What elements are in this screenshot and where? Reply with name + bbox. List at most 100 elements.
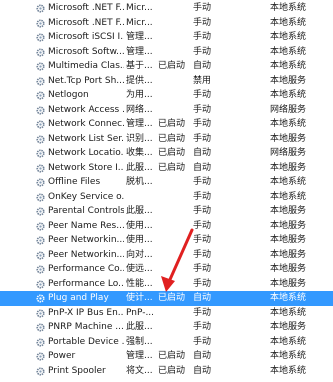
service-row[interactable]: Peer Networkin... 使用... 手动 本地服务 — [0, 233, 333, 248]
service-gear-icon — [36, 366, 45, 376]
service-row[interactable]: Network Locatio... 收集... 已启动 自动 网络服务 — [0, 146, 333, 161]
service-gear-icon — [36, 352, 45, 361]
service-startup-type: 手动 — [193, 104, 212, 115]
services-list: Microsoft .NET F... Micr... 手动 本地系统 Microsof… — [0, 0, 333, 382]
service-description: 为用... — [126, 90, 153, 100]
service-logon-as: 本地服务 — [270, 220, 307, 231]
service-name: Microsoft iSCSI I... — [48, 32, 124, 42]
service-name: Microsoft Softw... — [48, 46, 124, 57]
service-startup-type: 手动 — [193, 235, 212, 245]
service-gear-icon — [36, 250, 45, 260]
service-row[interactable]: Network Access ... 网络... 手动 网络服务 — [0, 103, 333, 118]
service-logon-as: 本地服务 — [270, 249, 307, 260]
service-startup-type: 手动 — [193, 46, 212, 57]
service-description: 向对... — [126, 249, 153, 260]
service-logon-as: 本地服务 — [270, 278, 307, 289]
service-row[interactable]: OnKey Service o... 手动 本地系统 — [0, 190, 333, 205]
service-gear-icon — [36, 33, 45, 42]
service-status: 已启动 — [158, 61, 186, 71]
service-startup-type: 自动 — [193, 351, 212, 361]
service-startup-type: 手动 — [193, 278, 212, 289]
service-startup-type: 手动 — [193, 119, 212, 129]
service-description: 强制... — [126, 336, 153, 347]
service-logon-as: 网络服务 — [270, 148, 307, 158]
service-logon-as: 本地服务 — [270, 235, 307, 245]
service-name: Performance Co... — [48, 264, 124, 274]
service-startup-type: 手动 — [193, 220, 212, 231]
service-gear-icon — [36, 265, 45, 274]
service-description: PnP-... — [126, 307, 155, 318]
service-status: 已启动 — [158, 293, 186, 303]
service-row[interactable]: Parental Controls 此服... 手动 本地服务 — [0, 204, 333, 219]
service-row[interactable]: Netlogon 为用... 手动 本地系统 — [0, 88, 333, 103]
service-logon-as: 本地系统 — [270, 61, 307, 71]
service-logon-as: 本地系统 — [270, 17, 307, 28]
service-row[interactable]: PnP-X IP Bus En... PnP-... 手动 本地系统 — [0, 306, 333, 321]
service-row[interactable]: PNRP Machine ... 此服... 手动 本地服务 — [0, 320, 333, 335]
service-status: 已启动 — [158, 148, 186, 158]
service-gear-icon — [36, 308, 45, 318]
service-description: 提供... — [126, 75, 153, 86]
service-row[interactable]: Peer Name Res... 使用... 手动 本地服务 — [0, 219, 333, 234]
service-row[interactable]: Print Spooler 将文... 已启动 自动 本地系统 — [0, 364, 333, 379]
service-gear-icon — [36, 149, 45, 158]
service-startup-type: 手动 — [193, 322, 212, 332]
service-row[interactable]: Power 管理... 已启动 自动 本地系统 — [0, 349, 333, 364]
service-description: 将文... — [126, 365, 153, 376]
service-row[interactable]: Performance Co... 使远... 手动 本地服务 — [0, 262, 333, 277]
service-description: 管理... — [126, 32, 153, 42]
service-row[interactable]: Peer Networkin... 向对... 手动 本地服务 — [0, 248, 333, 263]
service-gear-icon — [36, 207, 45, 216]
service-row[interactable]: Microsoft .NET F... Micr... 手动 本地系统 — [0, 16, 333, 31]
service-description: 管理... — [126, 46, 153, 57]
service-row[interactable]: Network List Ser... 识别... 已启动 手动 本地服务 — [0, 132, 333, 147]
service-name: Network Connec... — [48, 119, 124, 129]
service-logon-as: 本地服务 — [270, 75, 307, 86]
service-gear-icon — [36, 163, 45, 173]
service-gear-icon — [36, 279, 45, 289]
service-gear-icon — [36, 178, 45, 187]
service-row[interactable]: Microsoft iSCSI I... 管理... 手动 本地系统 — [0, 30, 333, 45]
service-status: 已启动 — [158, 133, 186, 144]
service-startup-type: 手动 — [193, 336, 212, 347]
service-startup-type: 手动 — [193, 133, 212, 144]
service-name: Peer Networkin... — [48, 249, 124, 260]
service-name: Peer Networkin... — [48, 235, 124, 245]
service-row[interactable]: Network Store I... 此服... 已启动 自动 本地服务 — [0, 161, 333, 176]
service-row[interactable]: Portable Device ... 强制... 手动 本地系统 — [0, 335, 333, 350]
service-description: 此服... — [126, 162, 153, 173]
service-description: 脱机... — [126, 177, 153, 187]
service-gear-icon — [36, 337, 45, 347]
service-startup-type: 手动 — [193, 32, 212, 42]
service-row[interactable]: Multimedia Clas... 基于... 已启动 自动 本地系统 — [0, 59, 333, 74]
service-name: Portable Device ... — [48, 336, 124, 347]
service-startup-type: 自动 — [193, 61, 212, 71]
service-logon-as: 本地系统 — [270, 177, 307, 187]
service-status: 已启动 — [158, 119, 186, 129]
service-startup-type: 自动 — [193, 293, 212, 303]
service-gear-icon — [36, 105, 45, 115]
service-startup-type: 手动 — [193, 191, 212, 202]
service-gear-icon — [36, 18, 45, 28]
service-gear-icon — [36, 221, 45, 231]
service-logon-as: 本地服务 — [270, 162, 307, 173]
service-logon-as: 本地系统 — [270, 90, 307, 100]
service-description: 识别... — [126, 133, 153, 144]
service-gear-icon — [36, 236, 45, 245]
service-startup-type: 禁用 — [193, 75, 212, 86]
service-row[interactable]: Plug and Play 使计... 已启动 自动 本地系统 — [0, 291, 333, 306]
service-row[interactable]: Microsoft Softw... 管理... 手动 本地系统 — [0, 45, 333, 60]
service-row[interactable]: Network Connec... 管理... 已启动 手动 本地系统 — [0, 117, 333, 132]
service-logon-as: 网络服务 — [270, 104, 307, 115]
service-name: Multimedia Clas... — [48, 61, 124, 71]
service-row[interactable]: Microsoft .NET F... Micr... 手动 本地系统 — [0, 1, 333, 16]
service-logon-as: 本地系统 — [270, 307, 307, 318]
service-row[interactable]: Offline Files 脱机... 手动 本地系统 — [0, 175, 333, 190]
service-name: Print Spooler — [48, 365, 106, 376]
service-logon-as: 本地系统 — [270, 365, 307, 376]
service-name: Netlogon — [48, 90, 89, 100]
service-description: Micr... — [126, 3, 153, 13]
service-row[interactable]: Performance Lo... 性能... 手动 本地服务 — [0, 277, 333, 292]
service-row[interactable]: Net.Tcp Port Sh... 提供... 禁用 本地服务 — [0, 74, 333, 89]
service-name: Network Locatio... — [48, 148, 124, 158]
